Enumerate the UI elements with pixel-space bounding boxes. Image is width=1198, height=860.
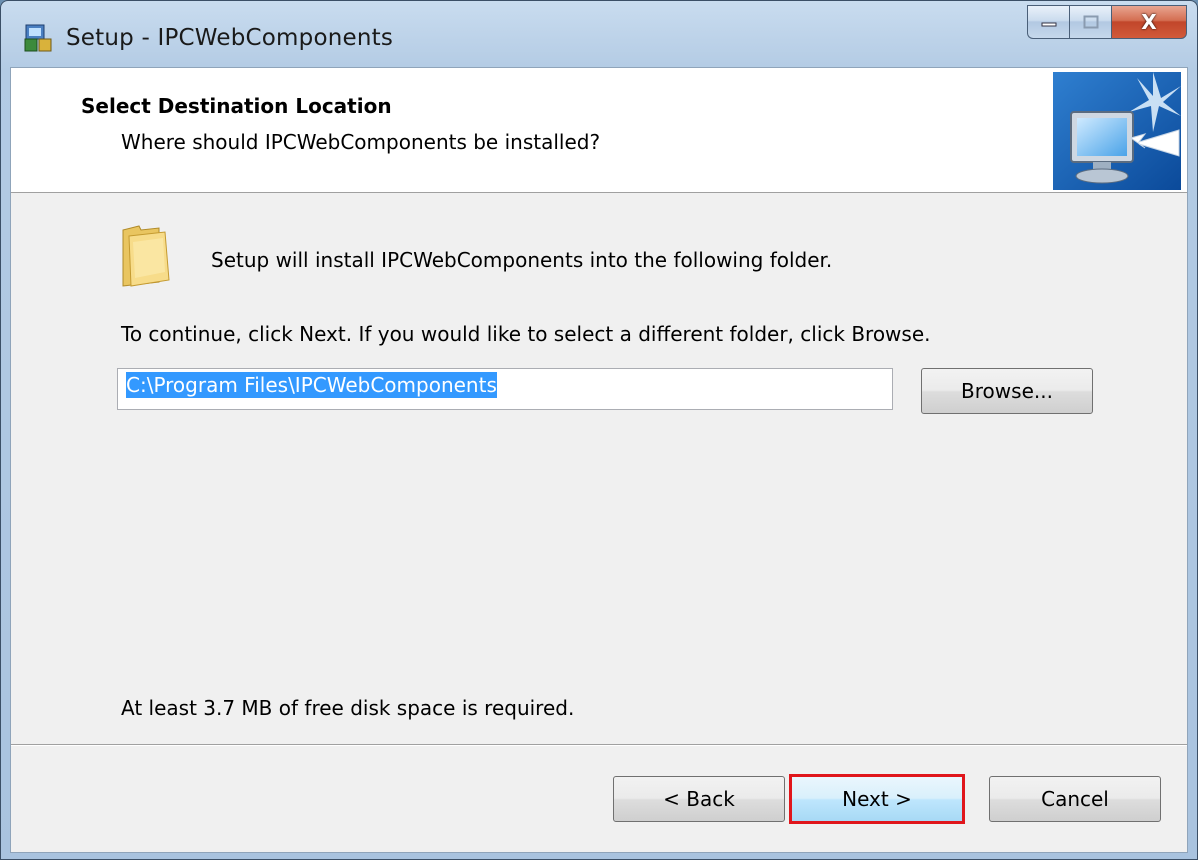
minimize-icon <box>1041 22 1056 27</box>
window-title: Setup - IPCWebComponents <box>66 25 394 51</box>
continue-instructions: To continue, click Next. If you would li… <box>121 322 931 346</box>
cancel-button[interactable]: Cancel <box>989 776 1161 822</box>
setup-window: Setup - IPCWebComponents X Select Destin… <box>0 0 1198 860</box>
minimize-button[interactable] <box>1027 5 1069 39</box>
destination-path-input[interactable]: C:\Program Files\IPCWebComponents <box>117 368 893 410</box>
close-button[interactable]: X <box>1111 5 1187 39</box>
wizard-body: Select Destination Location Where should… <box>10 67 1188 853</box>
setup-app-icon <box>24 24 52 52</box>
title-bar[interactable]: Setup - IPCWebComponents X <box>1 1 1197 67</box>
install-description: Setup will install IPCWebComponents into… <box>211 248 833 272</box>
footer-divider <box>11 744 1187 746</box>
page-title: Select Destination Location <box>81 94 392 118</box>
computer-install-icon <box>1053 72 1181 190</box>
caption-buttons: X <box>1027 5 1187 41</box>
next-button[interactable]: Next > <box>789 774 965 824</box>
back-button[interactable]: < Back <box>613 776 785 822</box>
maximize-icon <box>1083 15 1098 29</box>
maximize-button[interactable] <box>1069 5 1111 39</box>
browse-button[interactable]: Browse... <box>921 368 1093 414</box>
close-icon: X <box>1141 10 1157 34</box>
folder-icon <box>122 225 170 287</box>
selected-path-text: C:\Program Files\IPCWebComponents <box>126 372 497 398</box>
page-subtitle: Where should IPCWebComponents be install… <box>121 130 601 154</box>
disk-space-text: At least 3.7 MB of free disk space is re… <box>121 696 575 720</box>
wizard-header: Select Destination Location Where should… <box>11 68 1187 193</box>
